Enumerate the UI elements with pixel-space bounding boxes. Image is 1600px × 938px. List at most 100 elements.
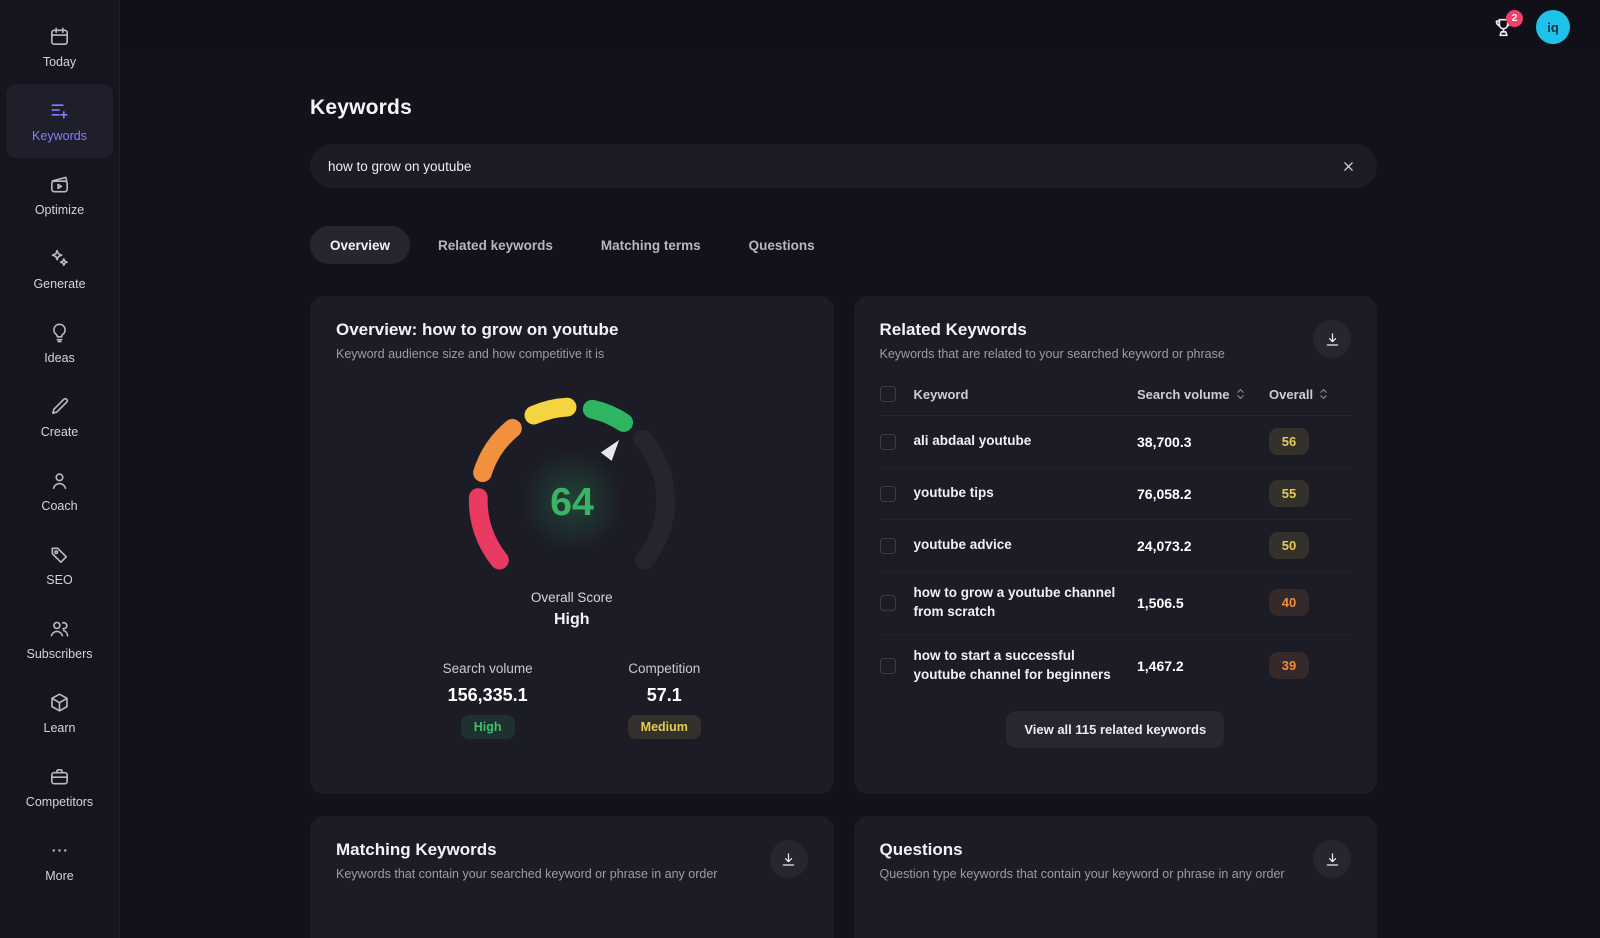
sidebar-item-learn[interactable]: Learn <box>6 676 113 750</box>
tab-related-keywords[interactable]: Related keywords <box>418 226 573 264</box>
sidebar-item-optimize[interactable]: Optimize <box>6 158 113 232</box>
sidebar-item-generate[interactable]: Generate <box>6 232 113 306</box>
notification-badge: 2 <box>1506 9 1523 27</box>
account-avatar[interactable]: iq <box>1536 10 1570 44</box>
tab-label: Matching terms <box>600 237 701 253</box>
sidebar-item-label: Optimize <box>34 203 85 217</box>
overall-score-badge: 56 <box>1269 428 1309 455</box>
metric-label: Search volume <box>442 661 533 676</box>
clear-search-button[interactable] <box>1336 154 1361 179</box>
overall-score-badge: 40 <box>1269 589 1309 617</box>
related-card-subtitle: Keywords that are related to your search… <box>879 347 1225 361</box>
sidebar-item-label: Subscribers <box>26 647 93 661</box>
related-keywords-table: Keyword Search volume Overall ali abdaal… <box>879 373 1352 697</box>
pencil-icon <box>48 395 71 418</box>
tab-questions[interactable]: Questions <box>729 226 835 264</box>
cube-icon <box>48 691 71 714</box>
overview-card: Overview: how to grow on youtube Keyword… <box>310 296 834 794</box>
tab-label: Related keywords <box>438 237 553 253</box>
tab-matching-terms[interactable]: Matching terms <box>581 226 721 264</box>
keyword-cell: how to grow a youtube channel from scrat… <box>913 585 1116 619</box>
sidebar-item-label: Today <box>42 55 77 69</box>
gauge-svg: 64 <box>468 397 675 570</box>
overview-metrics: Search volume 156,335.1 High Competition… <box>336 661 808 739</box>
download-icon <box>782 852 795 866</box>
column-keyword: Keyword <box>913 386 969 402</box>
sidebar-item-label: Create <box>40 425 79 439</box>
download-icon <box>1326 332 1338 346</box>
tab-label: Questions <box>748 237 815 253</box>
tab-overview[interactable]: Overview <box>310 226 411 264</box>
related-card-title: Related Keywords <box>879 320 1027 339</box>
tab-label: Overview <box>330 237 391 253</box>
download-related-button[interactable] <box>1313 320 1351 358</box>
score-label: Overall Score <box>530 590 613 605</box>
app-root: Today Keywords Optimize Generate Ideas C… <box>0 0 1600 938</box>
row-checkbox[interactable] <box>879 485 896 502</box>
sidebar-item-create[interactable]: Create <box>6 380 113 454</box>
sidebar-item-keywords[interactable]: Keywords <box>6 84 113 158</box>
table-row: youtube tips 76,058.2 55 <box>879 468 1351 520</box>
close-icon <box>1344 161 1353 171</box>
related-rows: ali abdaal youtube 38,700.3 56 youtube t… <box>879 416 1352 697</box>
briefcase-icon <box>48 765 71 788</box>
sidebar-item-seo[interactable]: SEO <box>6 528 113 602</box>
table-row: how to grow a youtube channel from scrat… <box>879 572 1351 635</box>
sparkles-icon <box>48 247 71 270</box>
metric-label: Competition <box>628 661 701 676</box>
keywords-icon <box>48 99 71 122</box>
tabs: Overview Related keywords Matching terms… <box>310 226 1377 264</box>
row-checkbox[interactable] <box>879 537 896 554</box>
download-matching-button[interactable] <box>769 840 808 878</box>
people-icon <box>48 617 71 640</box>
download-questions-button[interactable] <box>1313 840 1351 878</box>
questions-card-subtitle: Question type keywords that contain your… <box>879 867 1285 881</box>
overall-score-badge: 39 <box>1269 652 1309 680</box>
main-area: 2 iq Keywords Overview Related <box>120 0 1600 938</box>
sidebar-item-competitors[interactable]: Competitors <box>6 750 113 824</box>
search-volume-cell: 76,058.2 <box>1137 485 1192 502</box>
overview-card-title: Overview: how to grow on youtube <box>336 320 619 339</box>
search-volume-cell: 1,467.2 <box>1137 657 1184 674</box>
sidebar-item-label: Generate <box>33 277 86 291</box>
table-row: how to start a successful youtube channe… <box>879 635 1352 697</box>
select-all-checkbox[interactable] <box>879 386 896 402</box>
column-overall[interactable]: Overall <box>1269 387 1351 402</box>
sidebar-item-label: Learn <box>43 721 76 735</box>
avatar-label: iq <box>1547 19 1559 35</box>
sidebar-item-subscribers[interactable]: Subscribers <box>6 602 113 676</box>
metric-badge: Medium <box>627 715 701 739</box>
column-search-volume[interactable]: Search volume <box>1137 387 1269 402</box>
related-keywords-card: Related Keywords Keywords that are relat… <box>853 296 1377 794</box>
search-volume-cell: 24,073.2 <box>1137 537 1192 554</box>
table-header: Keyword Search volume Overall <box>879 373 1351 416</box>
score-level: High <box>553 611 590 628</box>
row-checkbox[interactable] <box>879 594 896 611</box>
row-checkbox[interactable] <box>879 657 896 674</box>
row-checkbox[interactable] <box>879 433 896 450</box>
score-gauge: 64 Overall Score High <box>336 377 808 629</box>
search-volume-cell: 1,506.5 <box>1137 594 1184 611</box>
metric-search-volume: Search volume 156,335.1 High <box>443 661 533 739</box>
overview-card-subtitle: Keyword audience size and how competitiv… <box>336 347 605 361</box>
keyword-cell: youtube advice <box>913 537 1012 553</box>
calendar-icon <box>48 25 71 48</box>
achievements-button[interactable]: 2 <box>1491 9 1523 40</box>
sidebar-item-today[interactable]: Today <box>6 10 113 84</box>
sidebar: Today Keywords Optimize Generate Ideas C… <box>0 0 120 938</box>
table-row: ali abdaal youtube 38,700.3 56 <box>879 416 1351 468</box>
matching-keywords-card: Matching Keywords Keywords that contain … <box>310 816 834 938</box>
sidebar-item-ideas[interactable]: Ideas <box>6 306 113 380</box>
keyword-cell: ali abdaal youtube <box>913 433 1032 449</box>
search-input[interactable] <box>328 158 1336 174</box>
questions-card: Questions Question type keywords that co… <box>853 816 1377 938</box>
sidebar-item-label: Keywords <box>32 129 87 143</box>
sidebar-item-more[interactable]: More <box>6 824 113 898</box>
gauge-needle <box>600 440 619 461</box>
search-bar <box>310 144 1377 188</box>
view-all-related-button[interactable]: View all 115 related keywords <box>1006 710 1225 748</box>
metric-competition: Competition 57.1 Medium <box>627 661 701 739</box>
overall-score-badge: 50 <box>1269 532 1309 559</box>
lightbulb-icon <box>48 321 71 344</box>
sidebar-item-coach[interactable]: Coach <box>6 454 113 528</box>
